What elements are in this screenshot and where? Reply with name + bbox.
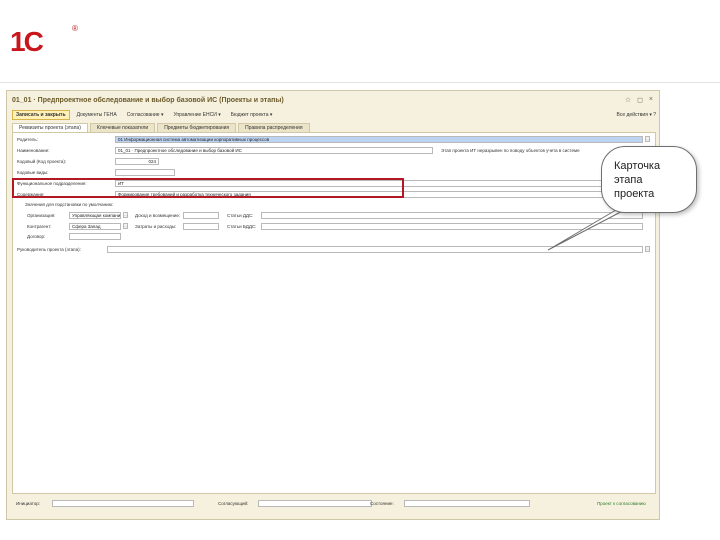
code-field[interactable]: 024 bbox=[115, 158, 159, 165]
parent-select-button[interactable]: … bbox=[645, 136, 650, 142]
callout-line-3: проекта bbox=[614, 188, 655, 200]
parent-field[interactable]: 01 Информационная система автоматизации … bbox=[115, 136, 643, 143]
documents-button[interactable]: Документы ГЕНА bbox=[74, 111, 120, 119]
counterparty-label: Контрагент: bbox=[27, 224, 52, 229]
1c-logo: 1C ® bbox=[10, 22, 78, 57]
logo-mark: 1C bbox=[10, 26, 44, 57]
initiator-label: Инициатор: bbox=[16, 501, 40, 506]
org-select-button[interactable]: … bbox=[123, 212, 128, 218]
all-actions-button[interactable]: Все действия ▾ ? bbox=[616, 112, 656, 118]
defaults-group-title: Значения для подстановки по умолчанию: bbox=[25, 202, 114, 207]
kind-label: Кодовые виды: bbox=[17, 170, 49, 175]
checkbox-label: Этап проекта ИТ неразрывен по поводу объ… bbox=[441, 148, 580, 153]
bdds-label: Статьи БДДС: bbox=[227, 224, 257, 229]
callout-line-2: этапа bbox=[614, 174, 643, 186]
approval-button[interactable]: Согласование ▾ bbox=[124, 111, 167, 119]
parent-label: Родитель: bbox=[17, 137, 38, 142]
bdds-field[interactable] bbox=[261, 223, 643, 230]
toolbar: Записать и закрыть Документы ГЕНА Соглас… bbox=[12, 109, 656, 121]
slide: 1C ® 01_01 · Предпроектное обследование … bbox=[0, 0, 720, 540]
expense-field[interactable] bbox=[183, 223, 219, 230]
ensi-button[interactable]: Управление ЕНСИ ▾ bbox=[170, 111, 223, 119]
income-field[interactable] bbox=[183, 212, 219, 219]
counterparty-select-button[interactable]: … bbox=[123, 223, 128, 229]
bottom-bar: Инициатор: Согласующий: Состояние: Проек… bbox=[12, 496, 656, 514]
callout-line-1: Карточка bbox=[614, 160, 661, 172]
divider bbox=[0, 82, 720, 83]
status-field[interactable] bbox=[404, 500, 530, 507]
dds-field[interactable] bbox=[261, 212, 643, 219]
expense-label: Затраты и расходы: bbox=[135, 224, 177, 229]
callout: Карточка этапа проекта bbox=[601, 146, 697, 213]
income-label: Доход и возмещение: bbox=[135, 213, 181, 218]
highlight-frame bbox=[12, 178, 404, 198]
contract-label: Договор: bbox=[27, 234, 46, 239]
counterparty-field[interactable]: Сфера Запад bbox=[69, 223, 121, 230]
kind-field[interactable] bbox=[115, 169, 175, 176]
dds-label: Статьи ДДС: bbox=[227, 213, 254, 218]
form-window: 01_01 · Предпроектное обследование и выб… bbox=[6, 90, 660, 520]
window-title: 01_01 · Предпроектное обследование и выб… bbox=[12, 97, 284, 104]
favorite-icon[interactable]: ☆ bbox=[625, 96, 631, 104]
code-label: Кодовый (Код проекта): bbox=[17, 159, 67, 164]
save-close-button[interactable]: Записать и закрыть bbox=[12, 110, 70, 120]
approver-label: Согласующий: bbox=[218, 501, 249, 506]
approve-link[interactable]: Проект к согласованию bbox=[597, 501, 646, 506]
close-icon[interactable]: × bbox=[649, 96, 653, 104]
responsible-select-button[interactable]: … bbox=[645, 246, 650, 252]
contract-field[interactable] bbox=[69, 233, 121, 240]
approver-field[interactable] bbox=[258, 500, 372, 507]
callout-text: Карточка этапа проекта bbox=[614, 159, 660, 201]
name-label: Наименование: bbox=[17, 148, 50, 153]
org-field[interactable]: Управляющая компания bbox=[69, 212, 121, 219]
maximize-icon[interactable]: ◻ bbox=[637, 96, 643, 104]
initiator-field[interactable] bbox=[52, 500, 194, 507]
org-label: Организация: bbox=[27, 213, 56, 218]
name-field[interactable]: 01_01 · Предпроектное обследование и выб… bbox=[115, 147, 433, 154]
logo-registered: ® bbox=[72, 24, 78, 33]
responsible-field[interactable] bbox=[107, 246, 643, 253]
window-controls: ☆ ◻ × bbox=[625, 96, 653, 104]
status-label: Состояние: bbox=[370, 501, 394, 506]
responsible-label: Руководитель проекта (этапа): bbox=[17, 247, 81, 252]
budget-button[interactable]: Бюджет проекта ▾ bbox=[228, 111, 276, 119]
